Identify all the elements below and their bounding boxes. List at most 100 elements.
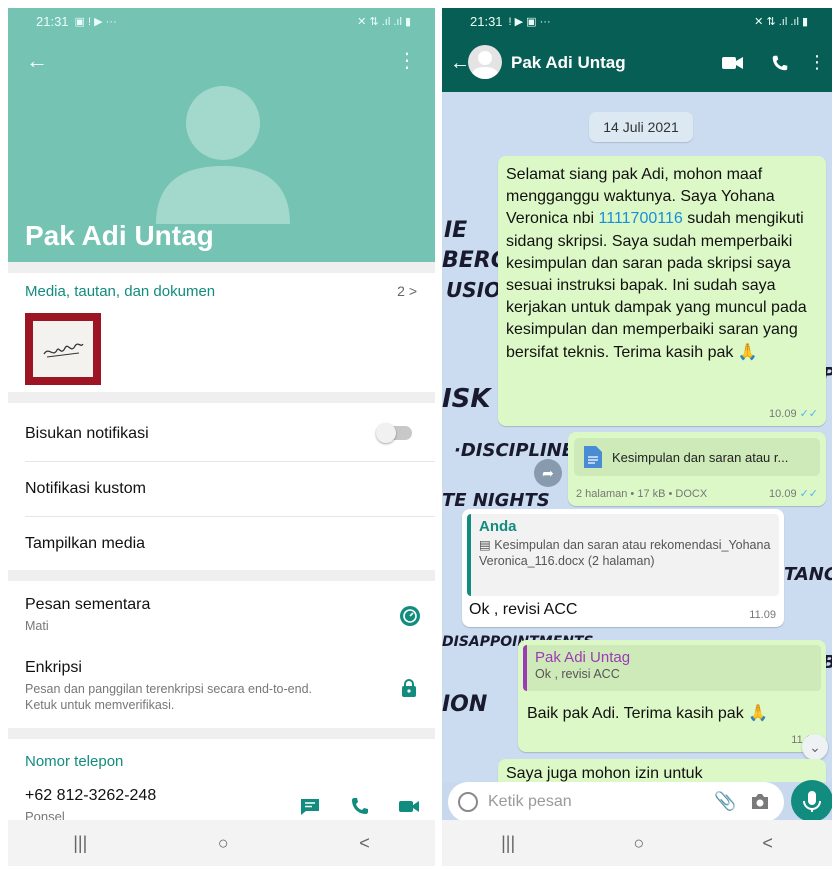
quoted-message[interactable]: Anda ▤ Kesimpulan dan saran atau rekomen… — [467, 514, 779, 596]
encryption-verify-hint: Ketuk untuk memverifikasi. — [25, 698, 175, 712]
contact-avatar[interactable] — [468, 45, 502, 79]
profile-header: 21:31 ▣ ! ▶ ··· ✕ ⇅ .ıl .ıl ▮ ← ⋮ Pak Ad… — [8, 8, 435, 262]
media-section-title[interactable]: Media, tautan, dan dokumen — [25, 283, 215, 300]
camera-icon[interactable] — [750, 793, 770, 811]
media-count[interactable]: 2 > — [397, 283, 417, 299]
contact-name: Pak Adi Untag — [25, 220, 214, 251]
message-text: Selamat siang pak Adi, mohon maaf mengga… — [506, 166, 807, 361]
custom-notifications-label[interactable]: Notifikasi kustom — [25, 480, 146, 498]
phone-number[interactable]: +62 812-3262-248 — [25, 787, 156, 805]
back-arrow-icon[interactable]: ← — [450, 52, 470, 75]
status-time: 21:31 — [36, 13, 69, 29]
wallpaper-doodle-text: ·DISCIPLINE — [454, 440, 575, 461]
read-ticks-icon: ✓✓ — [799, 408, 818, 420]
lock-icon[interactable] — [400, 678, 418, 698]
quoted-message[interactable]: Pak Adi Untag Ok , revisi ACC — [523, 645, 821, 691]
chat-header: 21:31 ! ▶ ▣ ··· ✕ ⇅ .ıl .ıl ▮ ← Pak Adi … — [442, 8, 832, 92]
message-text: Baik pak Adi. Terima kasih pak 🙏 — [527, 705, 769, 722]
status-time: 21:31 — [470, 13, 503, 29]
home-button[interactable]: ○ — [633, 833, 644, 854]
microphone-icon — [803, 791, 821, 812]
signature-icon — [43, 343, 84, 358]
outgoing-document-message[interactable]: Kesimpulan dan saran atau r... 2 halaman… — [568, 432, 826, 506]
section-divider — [8, 262, 435, 273]
back-arrow-icon[interactable]: ← — [26, 48, 48, 74]
message-text: Saya juga mohon izin untuk — [506, 765, 703, 782]
contact-info-screen: 21:31 ▣ ! ▶ ··· ✕ ⇅ .ıl .ıl ▮ ← ⋮ Pak Ad… — [8, 8, 435, 866]
attach-icon[interactable]: 📎 — [714, 791, 736, 812]
navigation-bar: ||| ○ < — [8, 820, 435, 866]
media-thumbnail[interactable] — [25, 313, 101, 385]
row-divider — [25, 461, 435, 462]
recent-apps-button[interactable]: ||| — [501, 833, 515, 854]
status-icons-left: ! ▶ ▣ ··· — [508, 15, 551, 28]
encryption-label[interactable]: Enkripsi — [25, 659, 82, 677]
navigation-bar: ||| ○ < — [442, 820, 832, 866]
message-input[interactable] — [488, 790, 668, 814]
incoming-message[interactable]: Anda ▤ Kesimpulan dan saran atau rekomen… — [462, 509, 784, 627]
disappearing-messages-value: Mati — [25, 619, 49, 633]
section-divider — [8, 728, 435, 739]
document-name: Kesimpulan dan saran atau r... — [612, 449, 789, 465]
wallpaper-doodle-text: TE NIGHTS — [442, 490, 550, 511]
forward-icon[interactable]: ➦ — [534, 459, 562, 487]
status-bar: 21:31 ▣ ! ▶ ··· ✕ ⇅ .ıl .ıl ▮ — [8, 8, 435, 34]
show-media-label[interactable]: Tampilkan media — [25, 535, 145, 553]
outgoing-message[interactable]: Selamat siang pak Adi, mohon maaf mengga… — [498, 156, 826, 426]
recent-apps-button[interactable]: ||| — [73, 833, 87, 854]
scroll-down-icon[interactable]: ⌄ — [802, 734, 828, 760]
section-divider — [8, 392, 435, 403]
home-button[interactable]: ○ — [218, 833, 229, 854]
read-ticks-icon: ✓✓ — [799, 488, 818, 500]
message-icon[interactable] — [299, 796, 321, 816]
message-composer: 📎 — [448, 782, 784, 822]
phone-number-link[interactable]: 1111700116 — [599, 210, 683, 227]
document-icon — [584, 446, 602, 468]
quoted-text: ▤ Kesimpulan dan saran atau rekomendasi_… — [479, 538, 771, 568]
quoted-author: Pak Adi Untag — [535, 649, 631, 666]
voice-call-icon[interactable] — [770, 53, 790, 73]
chat-contact-name[interactable]: Pak Adi Untag — [511, 53, 626, 73]
outgoing-message[interactable]: Pak Adi Untag Ok , revisi ACC Baik pak A… — [518, 640, 826, 752]
row-divider — [25, 516, 435, 517]
voice-message-button[interactable] — [791, 780, 832, 822]
quoted-text: Ok , revisi ACC — [535, 667, 620, 681]
encryption-description: Pesan dan panggilan terenkripsi secara e… — [25, 682, 312, 696]
phone-number-section-title: Nomor telepon — [25, 753, 124, 770]
back-button[interactable]: < — [762, 833, 773, 854]
wallpaper-doodle-text: ION — [442, 692, 488, 717]
quoted-author: Anda — [479, 518, 517, 535]
message-text: Ok , revisi ACC — [469, 601, 578, 618]
default-avatar-icon — [471, 51, 499, 79]
back-button[interactable]: < — [359, 833, 370, 854]
video-call-icon[interactable] — [398, 796, 420, 816]
message-time: 11.09 — [749, 609, 776, 621]
message-time: 10.09 ✓✓ — [769, 408, 818, 420]
outgoing-message[interactable]: Saya juga mohon izin untuk — [498, 759, 826, 782]
more-options-icon[interactable]: ⋮ — [397, 48, 417, 73]
chat-wallpaper: IE BERG USIO ISK A ·DISCIPLINE TE NIGHTS… — [442, 92, 832, 782]
section-divider — [8, 570, 435, 581]
mute-notifications-toggle[interactable] — [376, 423, 412, 443]
video-call-icon[interactable] — [722, 55, 744, 71]
date-chip: 14 Juli 2021 — [589, 112, 693, 142]
document-attachment[interactable]: Kesimpulan dan saran atau r... — [574, 438, 820, 476]
more-options-icon[interactable]: ⋮ — [808, 52, 826, 73]
mute-notifications-label[interactable]: Bisukan notifikasi — [25, 425, 149, 443]
status-bar: 21:31 ! ▶ ▣ ··· ✕ ⇅ .ıl .ıl ▮ — [442, 8, 832, 34]
wallpaper-doodle-text: TANCE — [784, 564, 832, 585]
default-avatar-icon[interactable] — [148, 78, 298, 224]
chat-screen: 21:31 ! ▶ ▣ ··· ✕ ⇅ .ıl .ıl ▮ ← Pak Adi … — [442, 8, 832, 866]
emoji-icon[interactable] — [458, 792, 478, 812]
message-time: 10.09 ✓✓ — [769, 488, 818, 500]
status-icons-right: ✕ ⇅ .ıl .ıl ▮ — [357, 15, 411, 28]
status-icons-left: ▣ ! ▶ ··· — [74, 15, 117, 28]
document-meta: 2 halaman • 17 kB • DOCX — [576, 488, 708, 500]
wallpaper-doodle-text: IE — [444, 218, 468, 243]
phone-call-icon[interactable] — [349, 796, 371, 816]
status-icons-right: ✕ ⇅ .ıl .ıl ▮ — [754, 15, 808, 28]
signature-image — [33, 321, 93, 377]
wallpaper-doodle-text: USIO — [446, 278, 502, 302]
timer-icon[interactable] — [400, 606, 420, 626]
disappearing-messages-label[interactable]: Pesan sementara — [25, 596, 150, 614]
